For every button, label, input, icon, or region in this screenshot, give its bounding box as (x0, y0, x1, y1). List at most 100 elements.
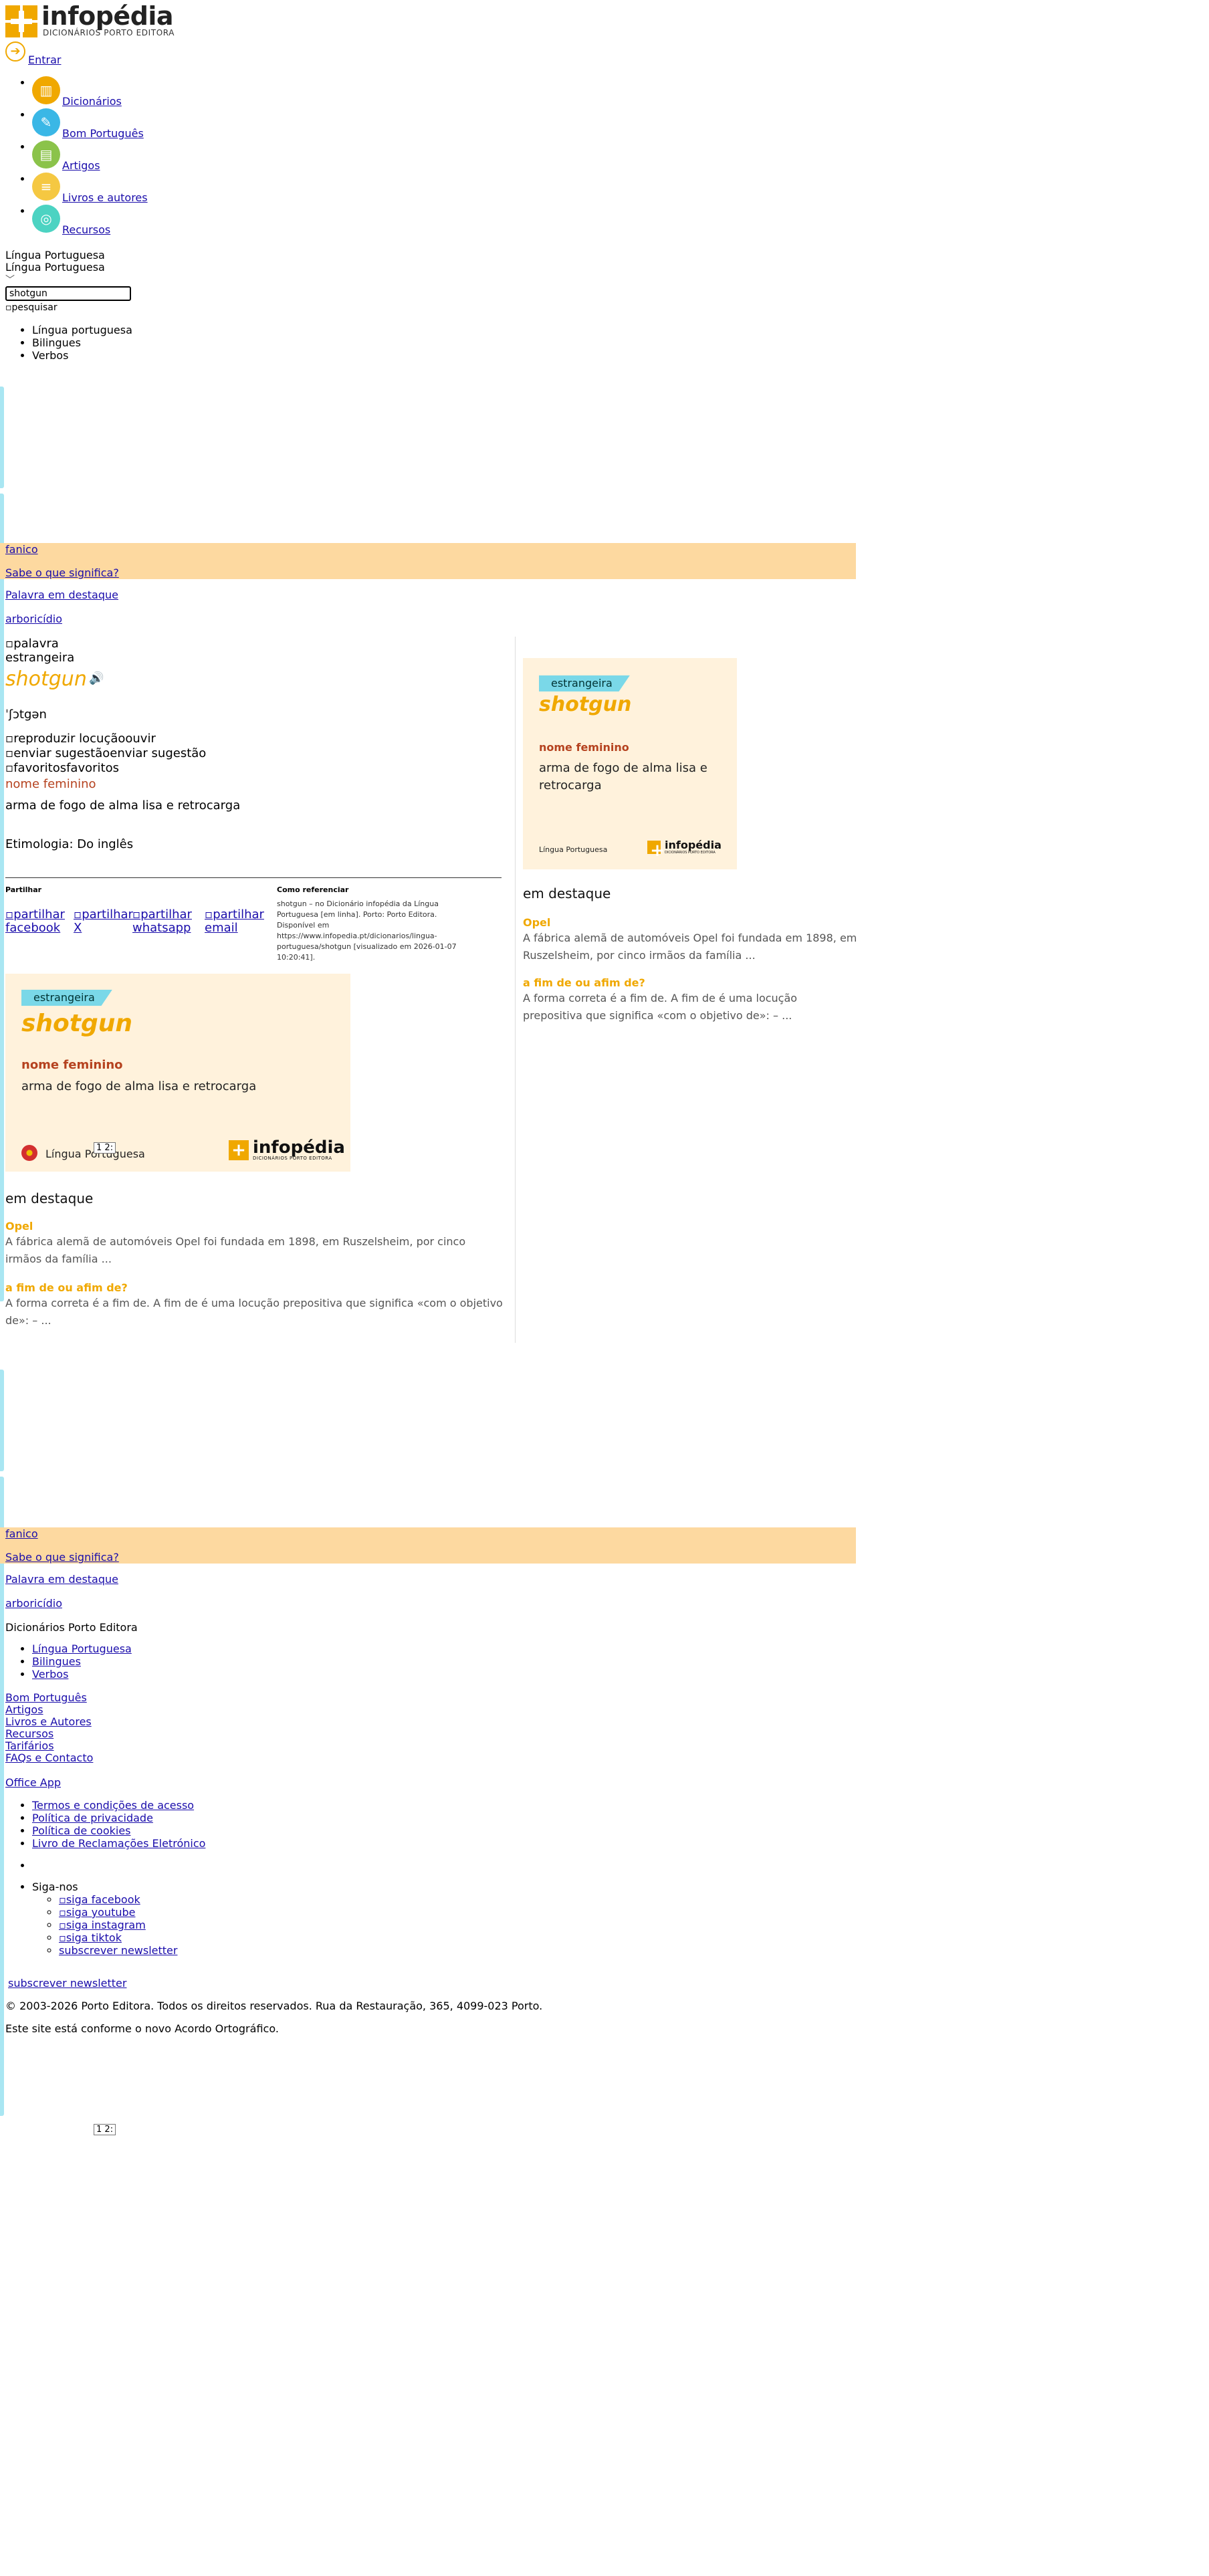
books-icon: ≡ (32, 173, 60, 201)
side-strip (0, 387, 4, 488)
speaker-icon[interactable]: 🔊 (89, 671, 104, 685)
band-word-link[interactable]: fanico (0, 1527, 856, 1540)
band-word-link[interactable]: fanico (0, 543, 856, 556)
youtube-icon: ▫ (59, 1906, 66, 1919)
card-tag: estrangeira (539, 675, 630, 691)
footer-link[interactable]: FAQs e Contacto (5, 1752, 93, 1764)
featured-heading: em destaque (5, 1190, 94, 1206)
x-icon: ▫ (74, 907, 82, 922)
featured-title[interactable]: Opel (5, 1220, 33, 1232)
entry-definition: arma de fogo de alma lisa e retrocarga (5, 798, 241, 813)
footer-legal-list: Termos e condições de acesso Política de… (5, 1799, 205, 1850)
footer-link[interactable]: Tarifários (5, 1740, 93, 1752)
nav-link[interactable]: Bom Português (62, 127, 144, 140)
broken-image-icon: ▫ (5, 637, 14, 651)
footer-legal-link[interactable]: Política de cookies (32, 1824, 131, 1837)
email-icon: ▫ (205, 907, 213, 922)
pager[interactable]: 1 2: (94, 2124, 116, 2135)
share-facebook[interactable]: ▫partilhar facebook (5, 908, 66, 935)
play-audio-button[interactable]: ▫reproduzir locuçãoouvir (5, 732, 156, 746)
logo-text[interactable]: infopédia (41, 1, 174, 31)
scope-item[interactable]: Verbos (32, 349, 132, 362)
footer-brand: Dicionários Porto Editora (5, 1621, 138, 1634)
footer-legal-link[interactable]: Termos e condições de acesso (32, 1799, 194, 1812)
footer-link[interactable]: Verbos (32, 1668, 68, 1681)
search-button[interactable]: ▫pesquisar (5, 302, 58, 313)
foreign-word-image: ▫palavra estrangeira (5, 637, 75, 665)
footer-link[interactable]: Livros e Autores (5, 1716, 93, 1728)
featured-title[interactable]: a fim de ou afim de? (5, 1281, 128, 1294)
share-whatsapp[interactable]: ▫partilhar whatsapp (132, 908, 199, 935)
quill-icon: ✎ (32, 108, 60, 136)
card-definition: arma de fogo de alma lisa e retrocarga (21, 1079, 257, 1093)
nav-link[interactable]: Livros e autores (62, 191, 148, 204)
social-tiktok[interactable]: ▫siga tiktok (59, 1931, 122, 1944)
follow-label: Siga-nos (32, 1881, 78, 1893)
chevron-down-icon[interactable]: ﹀ (5, 273, 15, 286)
favorites-button[interactable]: ▫favoritosfavoritos (5, 761, 119, 775)
footer-dict-list: Língua Portuguesa Bilingues Verbos (5, 1642, 132, 1681)
suggest-icon: ▫ (5, 746, 14, 760)
office-app-link[interactable]: Office App (5, 1776, 61, 1789)
footer-legal-link[interactable]: Política de privacidade (32, 1812, 153, 1824)
portugal-flag-icon (21, 1145, 37, 1161)
language-select[interactable]: Língua Portuguesa (5, 249, 105, 261)
band-question-link[interactable]: Sabe o que significa? (0, 1551, 856, 1564)
featured-title[interactable]: Opel (523, 916, 550, 929)
suggest-button[interactable]: ▫enviar sugestãoenviar sugestão (5, 746, 206, 760)
footer-empty-list (5, 1859, 32, 1872)
scope-item[interactable]: Bilingues (32, 336, 132, 349)
logo-mark[interactable] (5, 5, 37, 37)
card-brand: infopédia DICIONÁRIOS PORTO EDITORA (647, 840, 722, 861)
footer-link[interactable]: Recursos (5, 1728, 93, 1740)
featured-desc: A fábrica alemã de automóveis Opel foi f… (5, 1235, 466, 1265)
document-icon: ▤ (32, 140, 60, 169)
side-strip (0, 1477, 4, 2116)
reference-title: Como referenciar (277, 885, 349, 894)
nav-link[interactable]: Artigos (62, 159, 100, 172)
social-facebook[interactable]: ▫siga facebook (59, 1893, 140, 1906)
card-word: shotgun (539, 693, 632, 716)
pager[interactable]: 1 2: (94, 1142, 116, 1154)
login-icon[interactable]: ➔ (5, 41, 25, 62)
footer-legal-link[interactable]: Livro de Reclamações Eletrónico (32, 1837, 205, 1850)
footer-link[interactable]: Bilingues (32, 1655, 81, 1668)
footer-links: Bom Português Artigos Livros e Autores R… (5, 1692, 93, 1764)
search-scope-list: Língua portuguesa Bilingues Verbos (5, 324, 132, 362)
band-question-link[interactable]: Sabe o que significa? (0, 566, 856, 579)
footer-link[interactable]: Língua Portuguesa (32, 1642, 132, 1655)
share-email[interactable]: ▫partilhar email (205, 908, 265, 935)
login-link[interactable]: Entrar (28, 53, 61, 66)
facebook-icon: ▫ (59, 1893, 66, 1906)
share-title: Partilhar (5, 885, 42, 894)
reference-text: shotgun – no Dicionário infopédia da Lín… (277, 899, 457, 962)
instagram-icon: ▫ (59, 1919, 66, 1931)
social-instagram[interactable]: ▫siga instagram (59, 1919, 146, 1931)
featured-title[interactable]: a fim de ou afim de? (523, 976, 645, 989)
tiktok-icon: ▫ (59, 1931, 66, 1944)
social-youtube[interactable]: ▫siga youtube (59, 1906, 135, 1919)
word-of-day-band: fanico Sabe o que significa? (0, 543, 856, 579)
main-nav: ▥ Dicionários ✎ Bom Português ▤ Artigos … (5, 76, 148, 237)
featured-word-label[interactable]: Palavra em destaque (5, 1573, 118, 1586)
footer-link[interactable]: Artigos (5, 1704, 93, 1716)
brand-logo-icon (229, 1140, 249, 1160)
book-icon: ▥ (32, 76, 60, 104)
share-x[interactable]: ▫partilhar X (74, 907, 133, 935)
divider (5, 877, 502, 878)
nav-link[interactable]: Dicionários (62, 95, 122, 108)
copyright: © 2003-2026 Porto Editora. Todos os dire… (5, 2000, 543, 2012)
word-card: estrangeira shotgun nome feminino arma d… (5, 974, 350, 1172)
entry-phonetic: ˈʃɔtgən (5, 708, 47, 722)
scope-item[interactable]: Língua portuguesa (32, 324, 132, 336)
featured-word-link[interactable]: arboricídio (5, 613, 62, 625)
search-input[interactable] (5, 286, 131, 301)
featured-word-label[interactable]: Palavra em destaque (5, 588, 118, 601)
featured-word-link[interactable]: arboricídio (5, 1597, 62, 1610)
nav-link[interactable]: Recursos (62, 223, 110, 236)
footer-link[interactable]: Bom Português (5, 1692, 93, 1704)
newsletter-link-2[interactable]: subscrever newsletter (8, 1977, 126, 1990)
newsletter-link[interactable]: subscrever newsletter (59, 1944, 177, 1957)
logo-icon (5, 5, 37, 37)
side-strip (0, 1370, 4, 1471)
